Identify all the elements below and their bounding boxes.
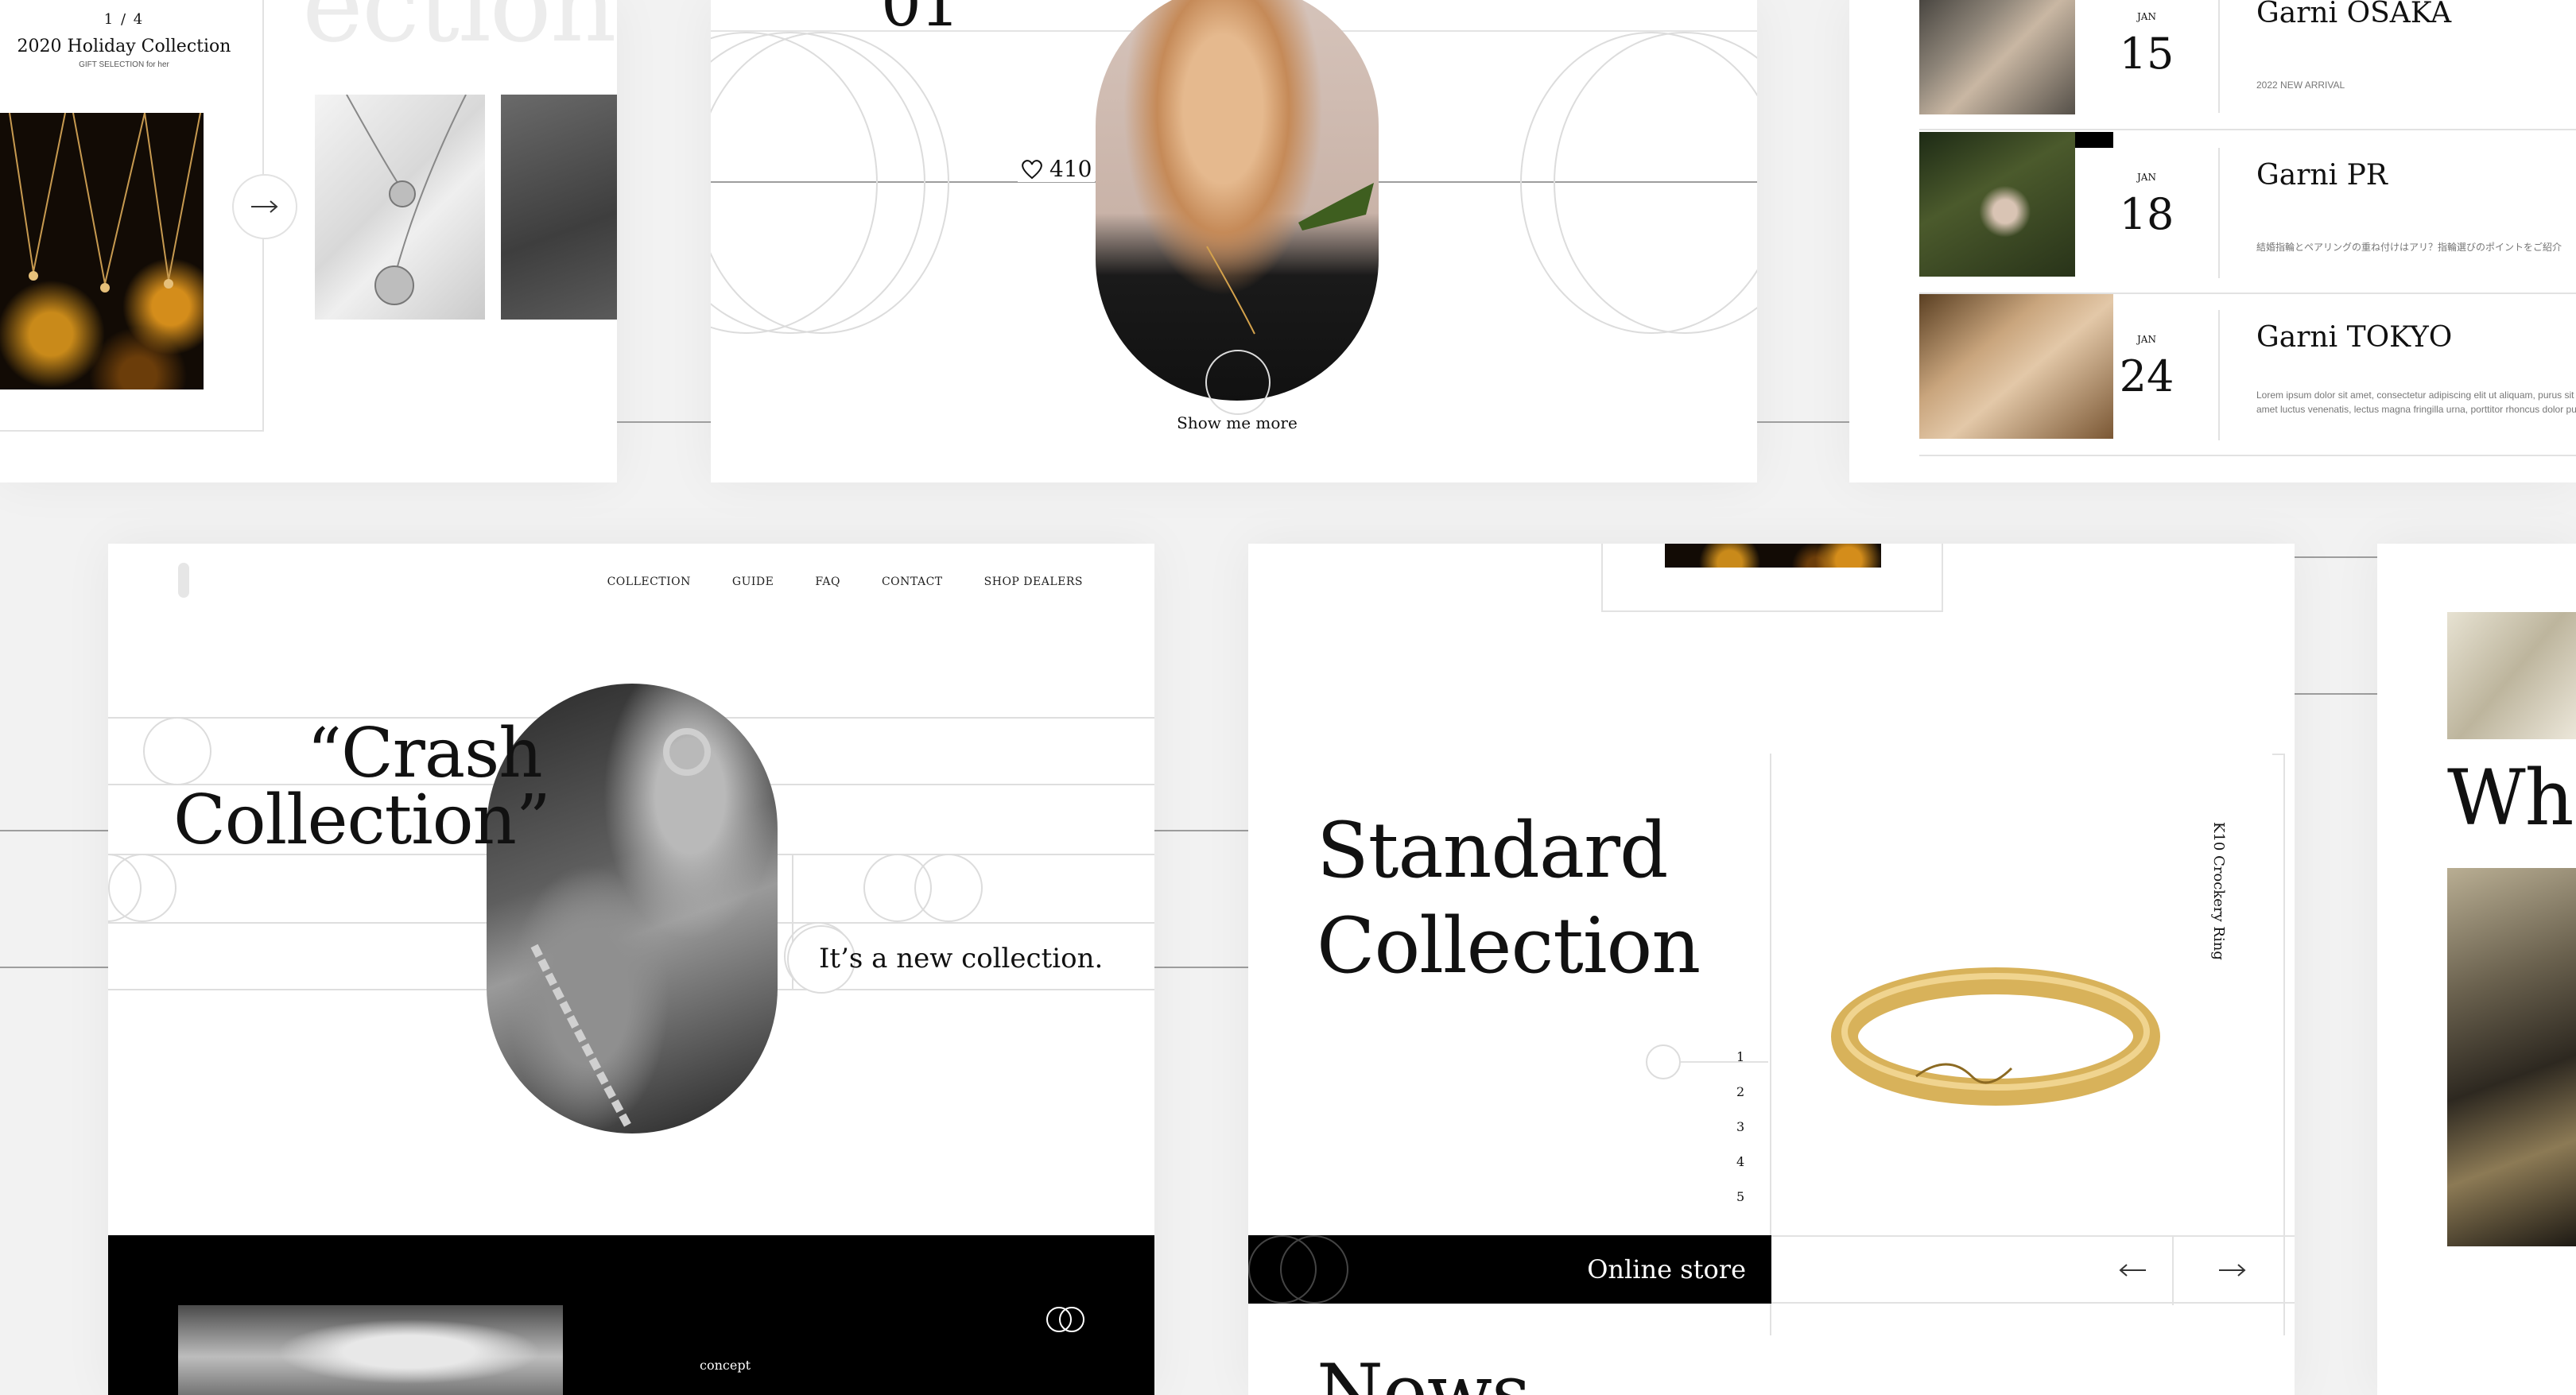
decor-ring bbox=[914, 854, 983, 922]
concept-section: concept bbox=[108, 1235, 1154, 1395]
news-day: 15 bbox=[2119, 29, 2174, 79]
decor-ring bbox=[1248, 1235, 1317, 1304]
pager-5[interactable]: 5 bbox=[1736, 1189, 1744, 1204]
news-day: 24 bbox=[2119, 351, 2174, 401]
pager-2[interactable]: 2 bbox=[1736, 1084, 1744, 1099]
pager-1[interactable]: 1 bbox=[1736, 1049, 1744, 1064]
news-title: Garni PR bbox=[2256, 159, 2388, 192]
heart-outline-icon bbox=[1022, 159, 1042, 179]
next-slide-button[interactable] bbox=[2209, 1254, 2256, 1286]
decor-ring bbox=[108, 854, 177, 922]
connector-line bbox=[1154, 967, 1248, 968]
arrow-right-icon bbox=[2219, 1264, 2246, 1277]
nav-shop-dealers[interactable]: SHOP DEALERS bbox=[984, 575, 1083, 588]
news-desc: 2022 NEW ARRIVAL bbox=[2256, 79, 2345, 91]
chain-photo[interactable] bbox=[501, 95, 617, 320]
connector-line bbox=[617, 421, 711, 423]
carousel-controls bbox=[1771, 1235, 2295, 1305]
card-subtitle: GIFT SELECTION for her bbox=[79, 60, 169, 69]
news-day: 18 bbox=[2119, 189, 2174, 239]
online-store-button[interactable]: Online store bbox=[1248, 1235, 1771, 1304]
news-month: JAN bbox=[2137, 172, 2156, 183]
connector-line bbox=[0, 967, 108, 968]
concept-label: concept bbox=[700, 1358, 751, 1373]
news-title: Garni TOKYO bbox=[2256, 321, 2453, 354]
next-slide-button[interactable] bbox=[232, 174, 297, 239]
news-title: Garni OSAKA bbox=[2256, 0, 2452, 29]
nav-guide[interactable]: GUIDE bbox=[732, 575, 774, 588]
standard-heading-line1: Standard bbox=[1317, 806, 1668, 895]
connector-line bbox=[1757, 421, 1849, 423]
pendant-photo[interactable] bbox=[315, 94, 485, 320]
nav-faq[interactable]: FAQ bbox=[815, 575, 840, 588]
connector-line bbox=[2295, 556, 2377, 558]
connector-line bbox=[1154, 830, 1248, 831]
online-store-label: Online store bbox=[1587, 1254, 1746, 1285]
like-count: 410 bbox=[1049, 156, 1092, 182]
news-month: JAN bbox=[2137, 11, 2156, 22]
top-image bbox=[1665, 544, 1881, 568]
holiday-card[interactable]: 1 / 4 2020 Holiday Collection GIFT SELEC… bbox=[0, 0, 264, 432]
feature-photo-top bbox=[2447, 612, 2576, 739]
prev-slide-button[interactable] bbox=[2109, 1254, 2156, 1286]
like-counter[interactable]: 410 bbox=[1018, 156, 1096, 182]
news-thumbnail bbox=[1919, 0, 2075, 114]
holiday-collection-panel: ection 1 / 4 2020 Holiday Collection GIF… bbox=[0, 0, 617, 482]
news-divider bbox=[2218, 0, 2220, 113]
tagline: It’s a new collection. bbox=[819, 943, 1104, 975]
pager-active-ring[interactable] bbox=[1646, 1044, 1681, 1079]
news-thumbnail bbox=[1919, 132, 2075, 277]
connector-line bbox=[2295, 693, 2377, 695]
pager-indicator: 1 / 4 bbox=[103, 11, 145, 28]
what-panel: Wha bbox=[2377, 544, 2576, 1395]
portrait-photo[interactable] bbox=[1096, 0, 1379, 401]
news-desc: 結婚指輪とペアリングの重ね付けはアリ？指輪選びのポイントをご紹介 bbox=[2256, 242, 2562, 253]
logo[interactable] bbox=[178, 563, 189, 598]
card-title: 2020 Holiday Collection bbox=[17, 37, 231, 56]
news-divider bbox=[2218, 148, 2220, 278]
background-heading: ection bbox=[302, 0, 617, 65]
standard-collection-panel: Standard Collection K10 Crockery Ring 1 … bbox=[1248, 544, 2295, 1395]
news-desc: Lorem ipsum dolor sit amet, consectetur … bbox=[2256, 389, 2576, 415]
product-name: K10 Crockery Ring bbox=[2210, 822, 2227, 960]
news-item[interactable]: JAN 24 Garni TOKYO Lorem ipsum dolor sit… bbox=[1919, 294, 2576, 456]
top-image-frame bbox=[1601, 544, 1943, 612]
pager-3[interactable]: 3 bbox=[1736, 1119, 1744, 1134]
what-heading: Wha bbox=[2447, 754, 2576, 843]
connector-line bbox=[0, 830, 108, 831]
decor-ring bbox=[711, 32, 949, 334]
necklace-overlay bbox=[1206, 183, 1374, 335]
news-month: JAN bbox=[2137, 334, 2156, 345]
show-more-ring bbox=[1205, 350, 1271, 415]
necklace-photo bbox=[0, 112, 204, 389]
decor-ring bbox=[143, 717, 211, 785]
news-item[interactable]: JAN 18 Garni PR 結婚指輪とペアリングの重ね付けはアリ？指輪選びの… bbox=[1919, 132, 2576, 294]
tick-mark bbox=[2272, 754, 2283, 755]
feature-photo-bottom bbox=[2447, 868, 2576, 1246]
gold-ring-product[interactable] bbox=[1829, 949, 2163, 1108]
pager-line bbox=[1681, 1061, 1768, 1063]
standard-heading-line2: Collection bbox=[1317, 901, 1701, 990]
nav-collection[interactable]: COLLECTION bbox=[607, 575, 691, 588]
portrait-panel: 01 410 Show me more bbox=[711, 0, 1757, 482]
pendant-chains bbox=[346, 94, 467, 305]
news-list-panel: JAN 15 Garni OSAKA 2022 NEW ARRIVAL JAN … bbox=[1849, 0, 2576, 482]
arrow-left-icon bbox=[2119, 1264, 2146, 1277]
news-divider bbox=[2218, 310, 2220, 440]
news-heading: News bbox=[1317, 1348, 1530, 1395]
concept-photo bbox=[178, 1305, 563, 1395]
crash-collection-panel: COLLECTION GUIDE FAQ CONTACT SHOP DEALER… bbox=[108, 544, 1154, 1395]
arrow-right-icon bbox=[251, 200, 278, 213]
news-thumbnail bbox=[1919, 294, 2113, 439]
slide-number: 01 bbox=[881, 0, 960, 41]
controls-divider bbox=[2172, 1237, 2174, 1305]
news-item[interactable]: JAN 15 Garni OSAKA 2022 NEW ARRIVAL bbox=[1919, 0, 2576, 130]
show-more-link[interactable]: Show me more bbox=[1174, 413, 1301, 432]
necklace-chains bbox=[9, 112, 201, 293]
pager-4[interactable]: 4 bbox=[1736, 1154, 1744, 1169]
main-nav: COLLECTION GUIDE FAQ CONTACT SHOP DEALER… bbox=[607, 575, 1083, 588]
nav-contact[interactable]: CONTACT bbox=[882, 575, 943, 588]
crash-heading-line2: Collection” bbox=[173, 781, 551, 860]
interlocking-rings-icon[interactable] bbox=[1045, 1305, 1086, 1334]
